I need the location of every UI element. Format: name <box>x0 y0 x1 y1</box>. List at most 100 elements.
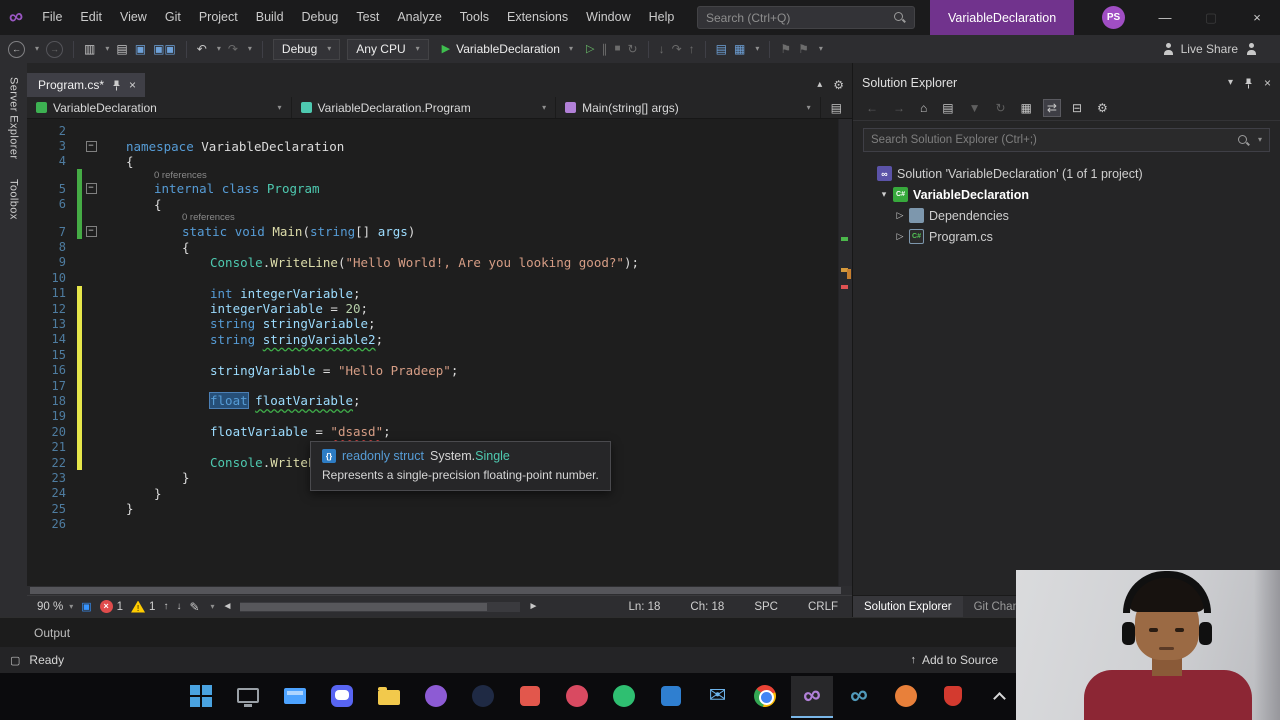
line-number[interactable]: 20 <box>27 425 77 439</box>
code-line[interactable]: 19 <box>27 408 838 425</box>
code-line[interactable]: 8{ <box>27 239 838 255</box>
code-line[interactable]: 12 integerVariable = 20; <box>27 300 838 317</box>
account-avatar[interactable]: PS <box>1102 6 1125 29</box>
code-line[interactable]: 4{ <box>27 154 838 169</box>
code-editor[interactable]: 2 3− namespace VariableDeclaration 4{0 refe… <box>27 119 838 586</box>
app-blue-icon[interactable] <box>650 676 692 718</box>
next-issue-icon[interactable]: ↓ <box>176 601 181 612</box>
breadcrumb-project[interactable]: VariableDeclaration ▾ <box>27 97 292 118</box>
code-line[interactable]: 20 floatVariable = "dsasd"; <box>27 424 838 440</box>
menu-edit[interactable]: Edit <box>71 0 111 35</box>
stop-icon[interactable]: ■ <box>614 44 620 54</box>
code-line[interactable]: 18 float floatVariable; <box>27 392 838 410</box>
tab-program-cs[interactable]: Program.cs* × <box>27 73 146 97</box>
line-indicator[interactable]: Ln: 18 <box>628 601 660 613</box>
panel-tab-solution-explorer[interactable]: Solution Explorer <box>853 596 963 617</box>
code-line[interactable]: 14 string stringVariable2; <box>27 331 838 348</box>
line-number[interactable]: 23 <box>27 471 77 485</box>
break-all-icon[interactable]: ∥ <box>601 43 607 55</box>
scroll-left-icon[interactable]: ◄ <box>223 601 233 612</box>
code-line[interactable]: 3− namespace VariableDeclaration <box>27 138 838 154</box>
line-number[interactable]: 13 <box>27 317 77 331</box>
sync-with-active-document-icon[interactable]: ⇄ <box>1042 98 1061 117</box>
pin-icon[interactable] <box>112 80 121 91</box>
menu-extensions[interactable]: Extensions <box>498 0 577 35</box>
properties-icon[interactable]: ⚙ <box>1094 100 1111 116</box>
code-lens-label[interactable]: 0 references <box>100 212 235 223</box>
background-tasks-icon[interactable]: ▢ <box>10 654 20 667</box>
search-icon[interactable] <box>1237 134 1250 147</box>
tree-item-variabledeclaration[interactable]: ▾ C# VariableDeclaration <box>853 184 1280 205</box>
code-line[interactable]: 13 string stringVariable; <box>27 316 838 332</box>
scroll-right-icon[interactable]: ► <box>528 601 538 612</box>
monitor-app-icon[interactable] <box>227 676 269 718</box>
panel-menu-icon[interactable]: ▾ <box>1228 78 1233 88</box>
error-icon[interactable]: × <box>99 600 113 613</box>
line-number[interactable]: 3 <box>27 139 77 153</box>
code-line[interactable]: 6{ <box>27 196 838 212</box>
chat-app-icon[interactable] <box>321 676 363 718</box>
step-out-icon[interactable]: ↑ <box>689 43 695 55</box>
zoom-level-dropdown[interactable]: 90 % ▾ <box>37 601 73 613</box>
line-number[interactable]: 17 <box>27 379 77 393</box>
line-number[interactable]: 6 <box>27 197 77 211</box>
line-number[interactable]: 24 <box>27 486 77 500</box>
back-icon[interactable]: ← <box>863 100 881 116</box>
side-tab-toolbox[interactable]: Toolbox <box>8 179 20 220</box>
collapsed-expander-icon[interactable]: ▷ <box>893 210 907 221</box>
line-number[interactable]: 25 <box>27 502 77 516</box>
home-icon[interactable]: ⌂ <box>917 100 930 116</box>
edit-mode-icon[interactable]: ✎ <box>189 601 199 613</box>
navigate-backward-dropdown-icon[interactable]: ▾ <box>35 45 39 53</box>
app-red-icon[interactable] <box>556 676 598 718</box>
step-over-icon[interactable]: ↷ <box>672 43 682 55</box>
expanded-expander-icon[interactable]: ▾ <box>877 189 891 200</box>
chrome-icon[interactable] <box>744 676 786 718</box>
visual-studio-icon[interactable]: ∞ <box>790 675 833 718</box>
horizontal-scroll-thumb[interactable] <box>240 602 487 611</box>
solution-search-box[interactable]: Search Solution Explorer (Ctrl+;) ▾ <box>863 128 1270 152</box>
switch-views-icon[interactable]: ▤ <box>939 100 956 116</box>
start-debugging-button[interactable]: ▶ VariableDeclaration ▾ <box>436 38 579 60</box>
restart-icon[interactable]: ↻ <box>628 43 638 55</box>
new-project-icon[interactable]: ▥ <box>84 43 95 55</box>
save-all-icon[interactable]: ▣▣ <box>153 43 176 55</box>
code-line[interactable]: 17 <box>27 377 838 394</box>
open-file-icon[interactable]: ▤ <box>116 43 127 55</box>
add-to-source-control-button[interactable]: ↑ Add to Source <box>910 653 998 667</box>
quick-search-box[interactable]: Search (Ctrl+Q) <box>697 6 915 29</box>
menu-test[interactable]: Test <box>347 0 388 35</box>
visual-studio-blue-icon[interactable]: ∞ <box>838 676 880 718</box>
breadcrumb-class[interactable]: VariableDeclaration.Program ▾ <box>292 97 557 118</box>
code-lens[interactable]: 0 references <box>27 169 838 182</box>
menu-build[interactable]: Build <box>247 0 293 35</box>
live-share-button[interactable]: Live Share <box>1162 42 1238 56</box>
panel-pin-icon[interactable] <box>1244 78 1253 89</box>
menu-analyze[interactable]: Analyze <box>388 0 450 35</box>
mail-icon[interactable]: ✉ <box>697 676 739 718</box>
bookmark-icon[interactable]: ⚑ <box>780 43 791 55</box>
search-icon[interactable] <box>893 11 906 24</box>
menu-tools[interactable]: Tools <box>451 0 498 35</box>
tree-item-dependencies[interactable]: ▷ Dependencies <box>853 205 1280 226</box>
tree-item-solution-variabledeclaration-1-of-1-project[interactable]: ∞ Solution 'VariableDeclaration' (1 of 1 … <box>853 163 1280 184</box>
line-number[interactable]: 22 <box>27 456 77 470</box>
line-number[interactable]: 2 <box>27 124 77 138</box>
code-lens-label[interactable]: 0 references <box>100 170 207 181</box>
prev-issue-icon[interactable]: ↑ <box>163 601 168 612</box>
line-number[interactable]: 7 <box>27 225 77 239</box>
platform-dropdown[interactable]: Any CPU ▾ <box>347 38 429 60</box>
line-number[interactable]: 12 <box>27 302 77 316</box>
horizontal-scrollbar-thumb[interactable] <box>30 587 841 594</box>
bookmark-next-icon[interactable]: ⚑ <box>798 43 809 55</box>
fold-toggle-icon[interactable]: − <box>85 226 97 238</box>
redo-icon[interactable]: ↷ <box>228 43 238 55</box>
split-window-icon[interactable]: ▤ <box>821 102 852 114</box>
line-number[interactable]: 16 <box>27 363 77 377</box>
line-number[interactable]: 14 <box>27 332 77 346</box>
menu-help[interactable]: Help <box>640 0 684 35</box>
fold-toggle-icon[interactable]: − <box>85 183 97 195</box>
configuration-dropdown[interactable]: Debug ▾ <box>272 38 341 60</box>
minimize-button[interactable]: — <box>1142 0 1188 35</box>
feedback-icon[interactable] <box>1245 43 1258 55</box>
